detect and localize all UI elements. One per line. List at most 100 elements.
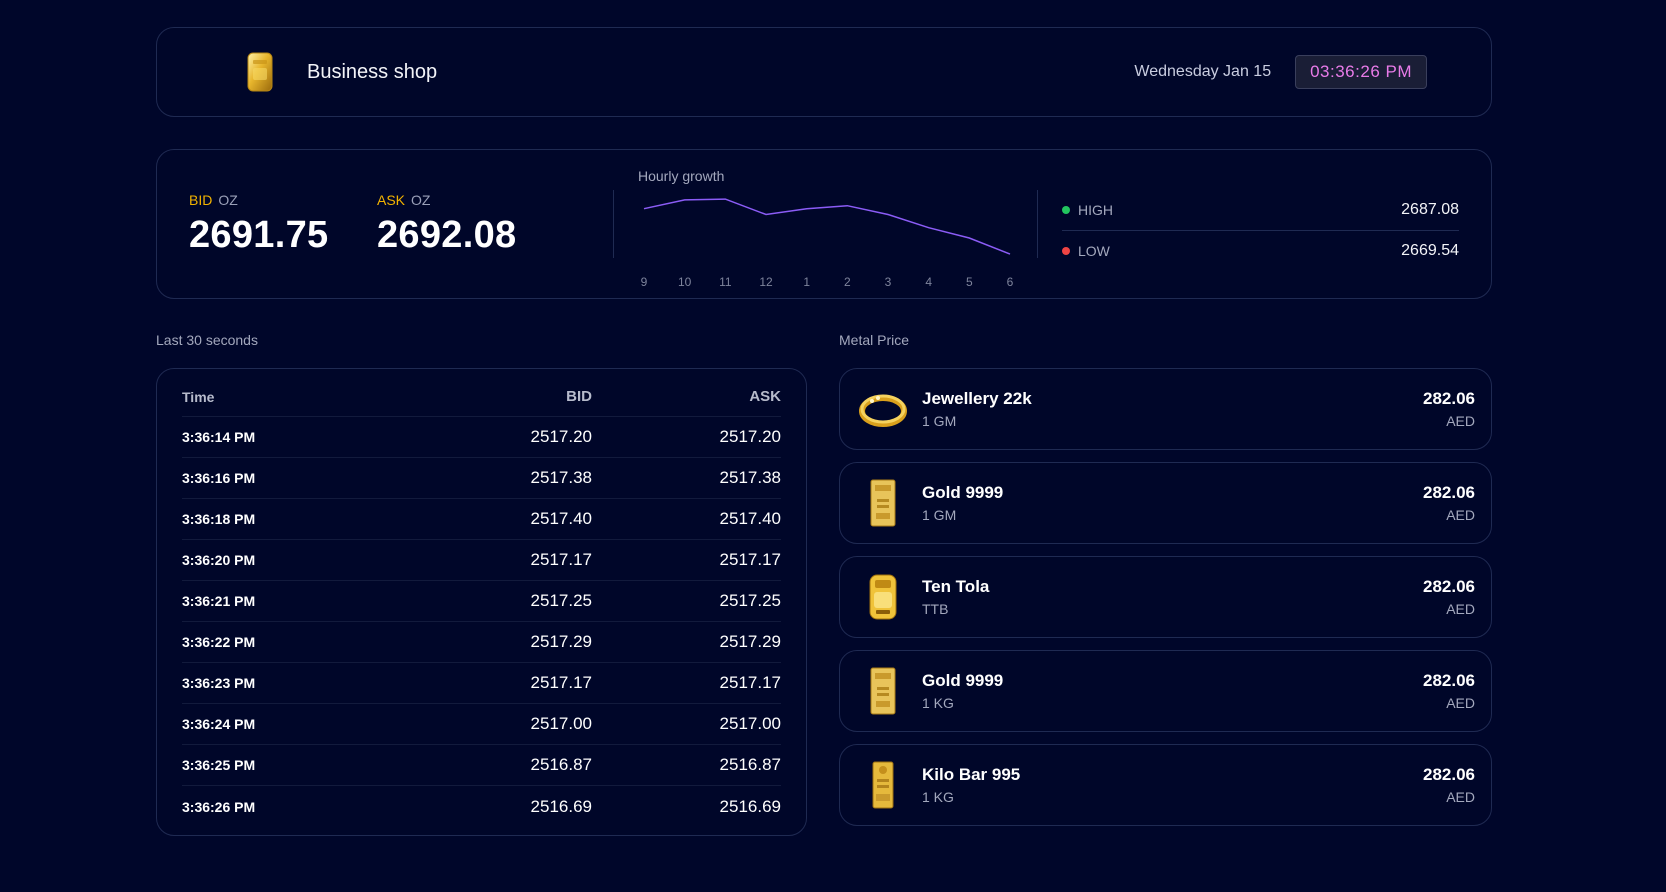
metal-name: Kilo Bar 995 <box>922 765 1021 784</box>
metal-item-gold-9999-kg[interactable]: Gold 9999 1 KG 282.06 AED <box>839 650 1492 732</box>
metal-currency: AED <box>1446 695 1475 711</box>
cell-bid: 2517.20 <box>530 427 592 446</box>
x-tick-label: 12 <box>759 275 773 289</box>
cell-bid: 2517.17 <box>530 673 592 692</box>
cell-time: 3:36:26 PM <box>182 798 256 815</box>
metal-price: 282.06 <box>1423 577 1475 596</box>
bid-label: BID <box>189 192 213 208</box>
metal-currency: AED <box>1446 789 1475 805</box>
chart-title: Hourly growth <box>638 168 725 184</box>
dashboard: Business shop Wednesday Jan 15 03:36:26 … <box>156 27 1492 836</box>
table-row: 3:36:24 PM 2517.00 2517.00 <box>182 704 781 745</box>
series-line <box>643 198 1011 255</box>
header-bar: Business shop Wednesday Jan 15 03:36:26 … <box>156 27 1492 117</box>
cell-ask: 2516.69 <box>719 796 781 816</box>
cell-ask: 2517.00 <box>719 714 781 733</box>
x-tick-label: 3 <box>885 275 892 289</box>
cell-ask: 2517.25 <box>719 591 781 610</box>
cell-time: 3:36:21 PM <box>182 593 256 609</box>
price-summary-card: BID OZ 2691.75 ASK OZ 2692.08 Hourly growt… <box>156 149 1492 299</box>
metal-unit: 1 KG <box>922 695 954 711</box>
metal-name: Jewellery 22k <box>922 389 1032 408</box>
table-header-row: Time BID ASK <box>182 377 781 417</box>
x-tick-label: 11 <box>719 275 732 289</box>
current-time: 03:36:26 PM <box>1295 55 1427 89</box>
bid-block: BID OZ 2691.75 <box>189 192 377 298</box>
table-row: 3:36:14 PM 2517.20 2517.20 <box>182 417 781 458</box>
cell-ask: 2516.87 <box>719 755 781 774</box>
hourly-growth-chart: Hourly growth 9 10 11 12 1 2 3 4 5 6 <box>614 150 1037 298</box>
metal-section-label: Metal Price <box>839 332 910 348</box>
ask-block: ASK OZ 2692.08 <box>377 192 565 298</box>
x-tick-label: 1 <box>803 275 810 289</box>
bid-unit: OZ <box>218 192 238 208</box>
table-row: 3:36:22 PM 2517.29 2517.29 <box>182 622 781 663</box>
metal-currency: AED <box>1446 601 1475 617</box>
x-tick-label: 6 <box>1007 275 1014 289</box>
metal-item-jewellery-22k[interactable]: Jewellery 22k 1 GM 282.06 AED <box>839 368 1492 450</box>
metal-price: 282.06 <box>1423 389 1475 408</box>
metal-unit: 1 GM <box>922 507 957 523</box>
cell-bid: 2516.69 <box>530 796 592 816</box>
metal-item-kilo-bar-995[interactable]: Kilo Bar 995 1 KG 282.06 AED <box>839 744 1492 826</box>
gold-ring-icon <box>859 394 907 427</box>
column-header-time: Time <box>182 388 215 405</box>
cell-bid: 2516.87 <box>530 755 592 774</box>
current-date: Wednesday Jan 15 <box>1134 63 1272 80</box>
ask-value: 2692.08 <box>377 214 517 256</box>
cell-bid: 2517.25 <box>530 591 592 610</box>
metal-name: Ten Tola <box>922 577 990 596</box>
cell-time: 3:36:22 PM <box>182 634 256 650</box>
cell-bid: 2517.38 <box>530 468 592 487</box>
cell-time: 3:36:14 PM <box>182 429 256 445</box>
cell-ask: 2517.40 <box>719 509 781 528</box>
chart-svg: 9 10 11 12 1 2 3 4 5 6 <box>641 198 1014 289</box>
table-row: 3:36:25 PM 2516.87 2516.87 <box>182 745 781 786</box>
table-row: 3:36:23 PM 2517.17 2517.17 <box>182 663 781 704</box>
app-title: Business shop <box>307 60 438 83</box>
high-dot <box>1062 206 1070 214</box>
metal-unit: 1 KG <box>922 789 954 805</box>
cell-time: 3:36:20 PM <box>182 552 256 568</box>
kilo-bar-icon <box>872 761 894 809</box>
cell-time: 3:36:24 PM <box>182 716 256 732</box>
cell-ask: 2517.17 <box>719 673 781 692</box>
column-header-ask: ASK <box>749 388 781 405</box>
x-tick-label: 2 <box>844 275 851 289</box>
metal-name: Gold 9999 <box>922 671 1004 690</box>
metal-price: 282.06 <box>1423 483 1475 502</box>
column-header-bid: BID <box>566 388 592 405</box>
cell-ask: 2517.38 <box>719 468 781 487</box>
high-value: 2687.08 <box>1401 201 1459 218</box>
cell-time: 3:36:23 PM <box>182 675 256 691</box>
metal-price: 282.06 <box>1423 765 1475 784</box>
cell-time: 3:36:16 PM <box>182 470 256 486</box>
cell-bid: 2517.40 <box>530 509 592 528</box>
high-label: HIGH <box>1078 202 1113 218</box>
table-row: 3:36:20 PM 2517.17 2517.17 <box>182 540 781 581</box>
low-dot <box>1062 246 1070 255</box>
metal-currency: AED <box>1446 507 1475 523</box>
ask-label: ASK <box>377 192 406 208</box>
table-row: 3:36:26 PM 2516.69 2516.69 <box>182 786 781 827</box>
x-tick-label: 4 <box>925 275 932 289</box>
metal-currency: AED <box>1446 413 1475 429</box>
cell-bid: 2517.00 <box>530 714 592 733</box>
metal-unit: 1 GM <box>922 413 957 429</box>
low-label: LOW <box>1078 242 1110 259</box>
cell-ask: 2517.20 <box>719 427 781 446</box>
cell-time: 3:36:25 PM <box>182 757 256 773</box>
metal-item-ten-tola[interactable]: Ten Tola TTB 282.06 AED <box>839 556 1492 638</box>
metal-price: 282.06 <box>1423 671 1475 690</box>
cell-ask: 2517.29 <box>719 632 781 651</box>
metal-name: Gold 9999 <box>922 483 1004 502</box>
low-row: LOW 2669.54 <box>1062 230 1459 270</box>
trades-table: Time BID ASK 3:36:14 PM 2517.20 2517.20 3:… <box>156 368 807 836</box>
table-row: 3:36:21 PM 2517.25 2517.25 <box>182 581 781 622</box>
gold-bar-icon <box>247 52 273 92</box>
metal-item-gold-9999-gm[interactable]: Gold 9999 1 GM 282.06 AED <box>839 462 1492 544</box>
gold-tola-icon <box>869 574 897 620</box>
x-tick-label: 5 <box>966 275 973 289</box>
x-tick-label: 10 <box>678 275 692 289</box>
gold-bar-icon <box>870 479 896 527</box>
